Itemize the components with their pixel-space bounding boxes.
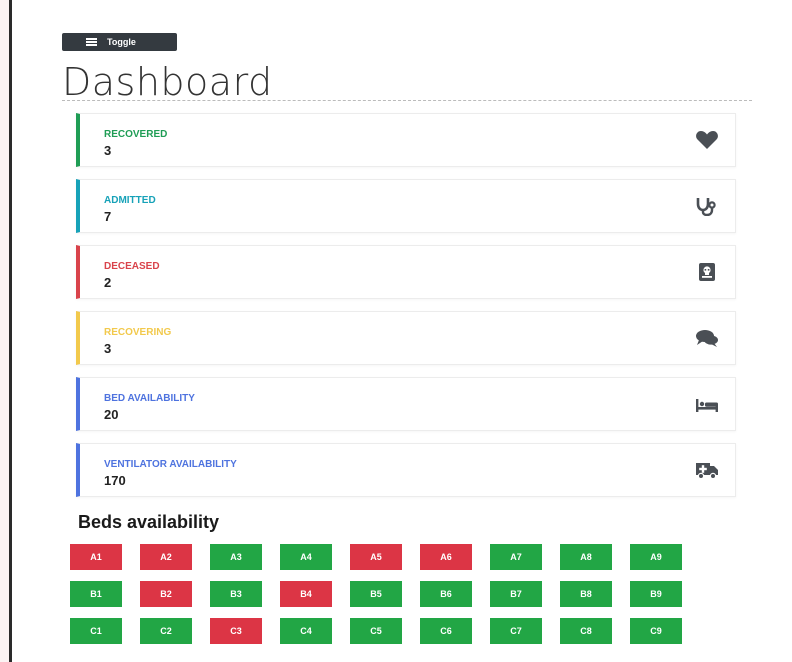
bed-b3[interactable]: B3 bbox=[210, 581, 262, 607]
bed-b1[interactable]: B1 bbox=[70, 581, 122, 607]
bed-a2[interactable]: A2 bbox=[140, 544, 192, 570]
heart-icon bbox=[695, 130, 719, 150]
stat-card-bed-availability: BED AVAILABILITY 20 bbox=[76, 377, 736, 431]
stat-card-recovered: RECOVERED 3 bbox=[76, 113, 736, 167]
bed-c5[interactable]: C5 bbox=[350, 618, 402, 644]
bed-b9[interactable]: B9 bbox=[630, 581, 682, 607]
bed-b2[interactable]: B2 bbox=[140, 581, 192, 607]
hamburger-icon bbox=[86, 38, 97, 46]
bed-c1[interactable]: C1 bbox=[70, 618, 122, 644]
bed-icon bbox=[695, 394, 719, 414]
bed-a5[interactable]: A5 bbox=[350, 544, 402, 570]
bed-b6[interactable]: B6 bbox=[420, 581, 472, 607]
bed-c8[interactable]: C8 bbox=[560, 618, 612, 644]
sidebar-edge bbox=[9, 0, 12, 662]
bed-c6[interactable]: C6 bbox=[420, 618, 472, 644]
bed-row: A1 A2 A3 A4 A5 A6 A7 A8 A9 bbox=[70, 544, 700, 570]
stethoscope-icon bbox=[695, 196, 719, 217]
stat-card-ventilator-availability: VENTILATOR AVAILABILITY 170 bbox=[76, 443, 736, 497]
bed-b4[interactable]: B4 bbox=[280, 581, 332, 607]
bed-c2[interactable]: C2 bbox=[140, 618, 192, 644]
stat-card-admitted: ADMITTED 7 bbox=[76, 179, 736, 233]
stat-card-label: ADMITTED bbox=[104, 195, 156, 206]
beds-section-title: Beds availability bbox=[78, 512, 220, 532]
bed-a4[interactable]: A4 bbox=[280, 544, 332, 570]
bed-row: C1 C2 C3 C4 C5 C6 C7 C8 C9 bbox=[70, 618, 700, 644]
bed-b5[interactable]: B5 bbox=[350, 581, 402, 607]
bed-a7[interactable]: A7 bbox=[490, 544, 542, 570]
bed-c7[interactable]: C7 bbox=[490, 618, 542, 644]
bed-a8[interactable]: A8 bbox=[560, 544, 612, 570]
bed-a3[interactable]: A3 bbox=[210, 544, 262, 570]
bed-a1[interactable]: A1 bbox=[70, 544, 122, 570]
bed-c3[interactable]: C3 bbox=[210, 618, 262, 644]
main-content: Toggle Dashboard RECOVERED 3 ADMITTED 7 DECE… bbox=[62, 0, 754, 662]
stat-card-value: 7 bbox=[104, 209, 112, 224]
stat-card-label: RECOVERING bbox=[104, 327, 172, 338]
bed-a6[interactable]: A6 bbox=[420, 544, 472, 570]
bed-b8[interactable]: B8 bbox=[560, 581, 612, 607]
stat-card-value: 3 bbox=[104, 341, 112, 356]
page-title: Dashboard bbox=[62, 60, 273, 104]
stat-card-value: 3 bbox=[104, 143, 112, 158]
stat-card-value: 170 bbox=[104, 473, 126, 488]
stat-card-label: BED AVAILABILITY bbox=[104, 393, 195, 404]
bed-row: B1 B2 B3 B4 B5 B6 B7 B8 B9 bbox=[70, 581, 700, 607]
stat-card-deceased: DECEASED 2 bbox=[76, 245, 736, 299]
stat-card-label: VENTILATOR AVAILABILITY bbox=[104, 459, 237, 470]
title-divider bbox=[62, 100, 752, 101]
skull-icon bbox=[695, 262, 719, 282]
bed-c4[interactable]: C4 bbox=[280, 618, 332, 644]
toggle-button[interactable]: Toggle bbox=[62, 33, 177, 51]
comments-icon bbox=[695, 328, 719, 348]
bed-b7[interactable]: B7 bbox=[490, 581, 542, 607]
stat-card-value: 20 bbox=[104, 407, 119, 422]
left-rail bbox=[0, 0, 9, 662]
stat-card-value: 2 bbox=[104, 275, 112, 290]
stat-card-label: DECEASED bbox=[104, 261, 160, 272]
bed-a9[interactable]: A9 bbox=[630, 544, 682, 570]
bed-c9[interactable]: C9 bbox=[630, 618, 682, 644]
stat-card-recovering: RECOVERING 3 bbox=[76, 311, 736, 365]
ambulance-icon bbox=[695, 460, 719, 480]
toggle-label: Toggle bbox=[107, 37, 136, 47]
stat-card-label: RECOVERED bbox=[104, 129, 168, 140]
